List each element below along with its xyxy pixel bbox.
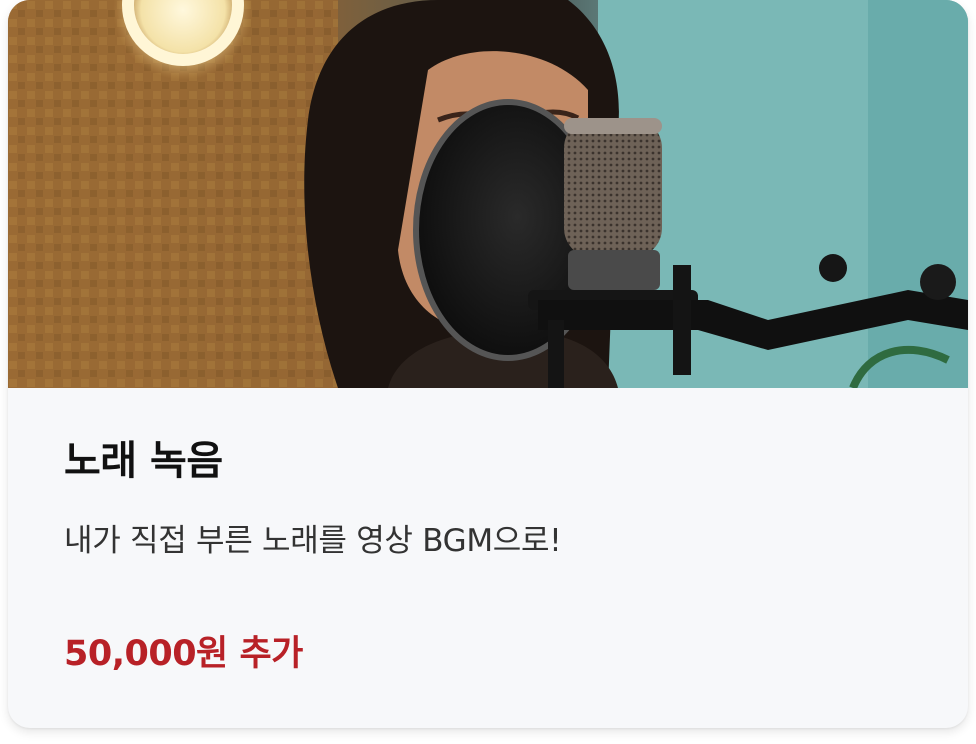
card-title: 노래 녹음 bbox=[64, 438, 223, 484]
price-label: 50,000원 추가 bbox=[64, 634, 303, 674]
card-body: 노래 녹음 내가 직접 부른 노래를 영상 BGM으로! 50,000원 추가 bbox=[8, 388, 968, 728]
recording-photo bbox=[8, 0, 968, 388]
option-card[interactable]: 노래 녹음 내가 직접 부른 노래를 영상 BGM으로! 50,000원 추가 bbox=[8, 0, 968, 728]
card-description: 내가 직접 부른 노래를 영상 BGM으로! bbox=[64, 523, 562, 559]
